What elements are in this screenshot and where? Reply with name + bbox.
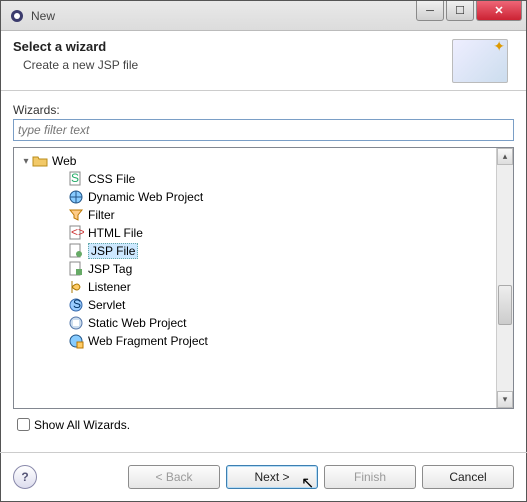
close-button[interactable]: ✕: [476, 1, 522, 21]
tree-parent-label: Web: [52, 154, 76, 168]
svg-text:<>: <>: [71, 225, 84, 239]
static-web-icon: [68, 315, 84, 331]
back-button[interactable]: < Back: [128, 465, 220, 489]
tree-item-label: Filter: [88, 208, 115, 222]
tree-item-label: Listener: [88, 280, 131, 294]
banner: Select a wizard Create a new JSP file: [1, 31, 526, 91]
tree-parent-web[interactable]: ▾ Web: [14, 152, 513, 170]
folder-icon: [32, 153, 48, 169]
tree-item-label: Web Fragment Project: [88, 334, 208, 348]
jsp-file-icon: [68, 243, 84, 259]
finish-button[interactable]: Finish: [324, 465, 416, 489]
tree-item[interactable]: Filter: [14, 206, 513, 224]
banner-heading: Select a wizard: [13, 39, 452, 54]
scrollbar[interactable]: ▴ ▾: [496, 148, 513, 408]
show-all-checkbox[interactable]: [17, 418, 30, 431]
help-button[interactable]: ?: [13, 465, 37, 489]
tree-item[interactable]: <> HTML File: [14, 224, 513, 242]
filter-icon: [68, 207, 84, 223]
tree-item-label: JSP Tag: [88, 262, 132, 276]
filter-input[interactable]: [13, 119, 514, 141]
tree-item[interactable]: JSP File: [14, 242, 513, 260]
cancel-button[interactable]: Cancel: [422, 465, 514, 489]
wizard-tree[interactable]: ▾ Web S CSS File Dynamic Web Project Filter <>…: [14, 148, 513, 408]
jsp-tag-icon: [68, 261, 84, 277]
tree-item[interactable]: Web Fragment Project: [14, 332, 513, 350]
tree-container: ▾ Web S CSS File Dynamic Web Project Filter <>…: [13, 147, 514, 409]
scroll-up-icon[interactable]: ▴: [497, 148, 513, 165]
show-all-row: Show All Wizards.: [13, 415, 514, 434]
tree-item[interactable]: Static Web Project: [14, 314, 513, 332]
titlebar[interactable]: New ─ ☐ ✕: [1, 1, 526, 31]
tree-item-label: HTML File: [88, 226, 143, 240]
tree-item[interactable]: Listener: [14, 278, 513, 296]
tree-item[interactable]: JSP Tag: [14, 260, 513, 278]
show-all-label[interactable]: Show All Wizards.: [34, 418, 130, 432]
window-buttons: ─ ☐ ✕: [416, 1, 526, 30]
maximize-button[interactable]: ☐: [446, 1, 474, 21]
listener-icon: [68, 279, 84, 295]
tree-item[interactable]: S Servlet: [14, 296, 513, 314]
tree-item-label: JSP File: [88, 243, 138, 259]
servlet-icon: S: [68, 297, 84, 313]
tree-item[interactable]: S CSS File: [14, 170, 513, 188]
dialog-window: New ─ ☐ ✕ Select a wizard Create a new J…: [0, 0, 527, 502]
separator: [0, 452, 527, 453]
minimize-button[interactable]: ─: [416, 1, 444, 21]
button-bar: ? < Back Next > Finish Cancel: [1, 461, 526, 501]
html-file-icon: <>: [68, 225, 84, 241]
web-fragment-icon: [68, 333, 84, 349]
tree-item[interactable]: Dynamic Web Project: [14, 188, 513, 206]
scroll-thumb[interactable]: [498, 285, 512, 325]
expand-icon[interactable]: ▾: [20, 156, 32, 167]
svg-text:S: S: [71, 171, 79, 185]
tree-item-label: Servlet: [88, 298, 125, 312]
tree-item-label: CSS File: [88, 172, 135, 186]
wizard-icon: [452, 39, 508, 83]
banner-subtitle: Create a new JSP file: [13, 58, 452, 72]
svg-text:S: S: [73, 297, 81, 311]
wizards-label: Wizards:: [13, 103, 514, 117]
tree-item-label: Dynamic Web Project: [88, 190, 203, 204]
scroll-track[interactable]: [497, 165, 513, 391]
next-button[interactable]: Next >: [226, 465, 318, 489]
css-file-icon: S: [68, 171, 84, 187]
window-title: New: [31, 9, 416, 23]
app-icon: [9, 8, 25, 24]
scroll-down-icon[interactable]: ▾: [497, 391, 513, 408]
dyn-web-icon: [68, 189, 84, 205]
tree-item-label: Static Web Project: [88, 316, 186, 330]
